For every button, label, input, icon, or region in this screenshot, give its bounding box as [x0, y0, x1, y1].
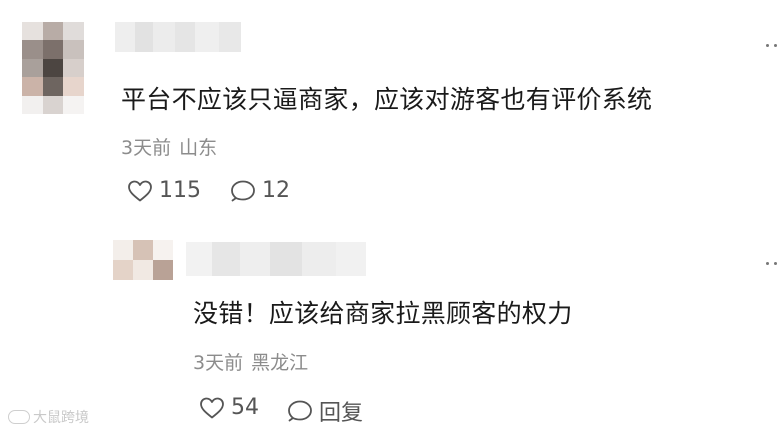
reply-meta: 3天前 黑龙江 — [193, 348, 308, 375]
like-count: 115 — [159, 178, 201, 203]
watermark-text: 大鼠跨境 — [33, 410, 89, 426]
speech-bubble-icon — [231, 180, 255, 201]
like-count: 54 — [231, 395, 259, 420]
reply-location: 黑龙江 — [251, 352, 309, 374]
like-button[interactable]: 115 — [127, 178, 201, 203]
speech-bubble-icon — [288, 400, 312, 422]
reply-label: 回复 — [319, 401, 364, 426]
reply-button[interactable]: 12 — [230, 178, 290, 203]
avatar[interactable] — [113, 240, 173, 280]
watermark-logo-icon — [8, 410, 30, 424]
reply-count: 12 — [262, 178, 290, 203]
reply-button[interactable]: 回复 — [287, 395, 363, 427]
reply-time: 3天前 — [193, 352, 244, 374]
reply-text: 没错！应该给商家拉黑顾客的权力 — [193, 299, 573, 328]
watermark: 大鼠跨境 — [8, 407, 89, 427]
username[interactable] — [115, 22, 241, 52]
heart-outline-icon — [128, 180, 152, 201]
heart-outline-icon — [200, 397, 224, 418]
avatar[interactable] — [22, 22, 84, 114]
more-dots-icon[interactable] — [766, 44, 780, 47]
more-dots-icon[interactable] — [766, 262, 780, 265]
comment-location: 山东 — [179, 137, 218, 159]
comment-text: 平台不应该只逼商家，应该对游客也有评价系统 — [121, 85, 653, 114]
comment-thread: 平台不应该只逼商家，应该对游客也有评价系统 3天前 山东 115 12 没错！应该… — [0, 0, 780, 434]
username[interactable] — [186, 242, 366, 276]
comment-time: 3天前 — [121, 137, 172, 159]
comment-meta: 3天前 山东 — [121, 133, 217, 160]
like-button[interactable]: 54 — [199, 395, 259, 420]
